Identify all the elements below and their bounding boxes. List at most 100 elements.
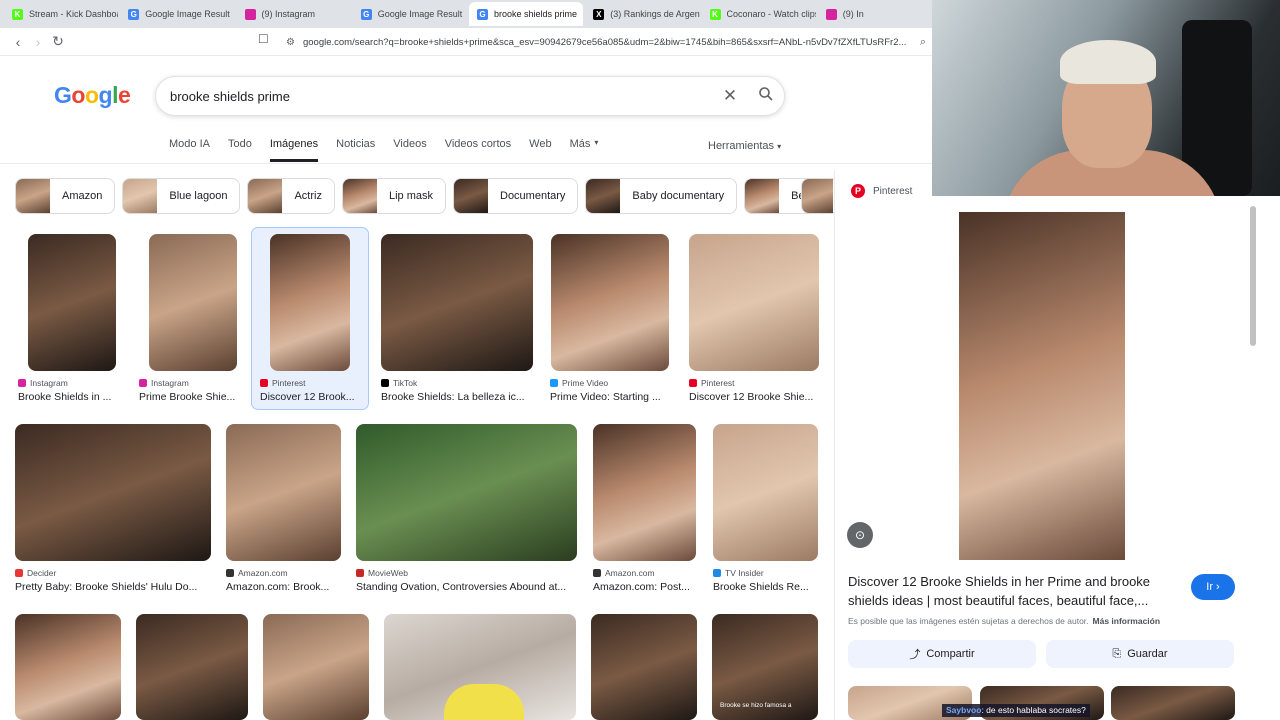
chip[interactable]: Actriz — [247, 178, 335, 214]
result-image[interactable] — [226, 424, 341, 561]
clear-icon[interactable]: ✕ — [712, 86, 748, 106]
browser-tab[interactable]: K Stream - Kick Dashboa — [4, 2, 118, 26]
save-button[interactable]: ⎘ Guardar — [1046, 640, 1234, 668]
divider — [0, 163, 932, 164]
result-image[interactable] — [15, 614, 121, 720]
browser-tab[interactable]: G Google Image Result — [120, 2, 234, 26]
result-title[interactable]: Brooke Shields in ... — [18, 391, 126, 403]
related-image[interactable] — [1111, 686, 1235, 720]
tools-button[interactable]: Herramientas ▾ — [708, 140, 781, 152]
back-icon[interactable]: ‹ — [8, 34, 28, 50]
source-icon — [713, 569, 721, 577]
caret-down-icon: ▾ — [594, 138, 599, 147]
chip[interactable]: Amazon — [15, 178, 116, 214]
panel-scrollbar[interactable] — [1250, 196, 1256, 706]
result-image[interactable] — [356, 424, 577, 561]
preview-image[interactable] — [959, 212, 1125, 560]
chip-overflow[interactable] — [801, 178, 833, 214]
source-label: MovieWeb — [368, 568, 408, 578]
chip[interactable]: Documentary — [453, 178, 579, 214]
bookmark-icon[interactable]: ☐ — [258, 32, 269, 46]
result-card[interactable]: TikTok Brooke Shields: La belleza ic... — [381, 234, 533, 403]
browser-tab[interactable]: G Google Image Result — [353, 2, 467, 26]
search-tab[interactable]: Web — [529, 138, 551, 162]
browser-tab[interactable]: X (3) Rankings de Argentin — [585, 2, 700, 26]
source-icon — [260, 379, 268, 387]
result-image[interactable] — [689, 234, 819, 371]
result-image[interactable] — [270, 234, 350, 371]
result-image[interactable] — [593, 424, 696, 561]
result-image[interactable] — [713, 424, 818, 561]
search-icon[interactable] — [748, 86, 784, 107]
go-button[interactable]: Ir › — [1191, 574, 1235, 600]
search-tab[interactable]: Modo IA — [169, 138, 210, 162]
webcam-overlay — [932, 0, 1280, 196]
search-tab[interactable]: Imágenes — [269, 138, 319, 162]
result-image[interactable] — [136, 614, 248, 720]
tab-favicon-icon: G — [128, 8, 140, 20]
search-tab[interactable]: Más — [570, 138, 591, 162]
result-title[interactable]: Brooke Shields: La belleza ic... — [381, 391, 533, 403]
search-tab[interactable]: Videos cortos — [445, 138, 511, 162]
share-button[interactable]: ⤴ Compartir — [848, 640, 1036, 668]
search-tab[interactable]: Noticias — [336, 138, 375, 162]
result-image[interactable] — [149, 234, 237, 371]
browser-tab[interactable]: Gbrooke shields prime× — [469, 2, 584, 26]
result-title[interactable]: Discover 12 Brook... — [260, 391, 360, 403]
search-input[interactable]: brooke shields prime — [170, 89, 712, 104]
result-title[interactable]: Amazon.com: Brook... — [226, 581, 341, 593]
result-card[interactable]: Instagram Prime Brooke Shie... — [139, 234, 247, 403]
result-card[interactable]: Prime Video Prime Video: Starting ... — [550, 234, 670, 403]
result-title[interactable]: Prime Video: Starting ... — [550, 391, 670, 403]
search-tab[interactable]: Videos — [393, 138, 426, 162]
result-source: Amazon.com — [226, 568, 341, 578]
address-bar[interactable]: ⚙ google.com/search?q=brooke+shields+pri… — [282, 31, 926, 53]
chip-label: Documentary — [500, 190, 566, 202]
result-image[interactable] — [15, 424, 211, 561]
result-source: Instagram — [139, 378, 247, 388]
panel-source[interactable]: P Pinterest — [851, 184, 912, 198]
result-card[interactable]: Decider Pretty Baby: Brooke Shields' Hulu… — [15, 424, 211, 593]
browser-tab[interactable]: K Coconaro - Watch clips or — [702, 2, 816, 26]
browser-tab[interactable]: (9) Instagram — [237, 2, 351, 26]
zoom-icon[interactable]: ⌕ — [920, 36, 926, 49]
site-info-icon[interactable]: ⚙ — [286, 37, 295, 48]
search-tab[interactable]: Todo — [228, 138, 252, 162]
result-title[interactable]: Discover 12 Brooke Shie... — [689, 391, 819, 403]
share-label: Compartir — [926, 648, 975, 660]
result-card[interactable]: Instagram Brooke Shields in ... — [18, 234, 126, 403]
result-title[interactable]: Brooke Shields Re... — [713, 581, 818, 593]
result-image[interactable] — [381, 234, 533, 371]
result-title[interactable]: Amazon.com: Post... — [593, 581, 696, 593]
browser-tab[interactable]: (9) In — [818, 2, 932, 26]
result-card[interactable]: TV Insider Brooke Shields Re... — [713, 424, 818, 593]
source-label: TV Insider — [725, 568, 764, 578]
result-card[interactable]: Amazon.com Amazon.com: Post... — [593, 424, 696, 593]
result-image[interactable] — [384, 614, 576, 720]
result-image[interactable] — [263, 614, 369, 720]
forward-icon[interactable]: › — [28, 34, 48, 50]
lens-icon[interactable]: ⊙ — [847, 522, 873, 548]
chip[interactable]: Blue lagoon — [122, 178, 241, 214]
caret-down-icon: ▾ — [777, 142, 782, 151]
result-card[interactable]: MovieWeb Standing Ovation, Controversies … — [356, 424, 577, 593]
result-source: TikTok — [381, 378, 533, 388]
result-title[interactable]: Pretty Baby: Brooke Shields' Hulu Do... — [15, 581, 211, 593]
result-card[interactable]: Amazon.com Amazon.com: Brook... — [226, 424, 341, 593]
panel-title[interactable]: Discover 12 Brooke Shields in her Prime … — [848, 572, 1178, 610]
result-image[interactable] — [551, 234, 669, 371]
result-card[interactable]: Pinterest Discover 12 Brook... — [251, 227, 369, 410]
result-title[interactable]: Prime Brooke Shie... — [139, 391, 247, 403]
result-image[interactable]: Brooke se hizo famosa a — [712, 614, 818, 720]
more-info-link[interactable]: Más información — [1093, 616, 1161, 626]
result-card[interactable]: Pinterest Discover 12 Brooke Shie... — [689, 234, 819, 403]
result-source: Decider — [15, 568, 211, 578]
result-image[interactable] — [591, 614, 697, 720]
chip[interactable]: Baby documentary — [585, 178, 738, 214]
result-title[interactable]: Standing Ovation, Controversies Abound a… — [356, 581, 577, 593]
result-image[interactable] — [28, 234, 116, 371]
google-logo[interactable]: Google — [54, 82, 131, 109]
reload-icon[interactable]: ↻ — [48, 33, 68, 50]
chip[interactable]: Lip mask — [341, 178, 446, 214]
search-box[interactable]: brooke shields prime ✕ — [155, 76, 785, 116]
